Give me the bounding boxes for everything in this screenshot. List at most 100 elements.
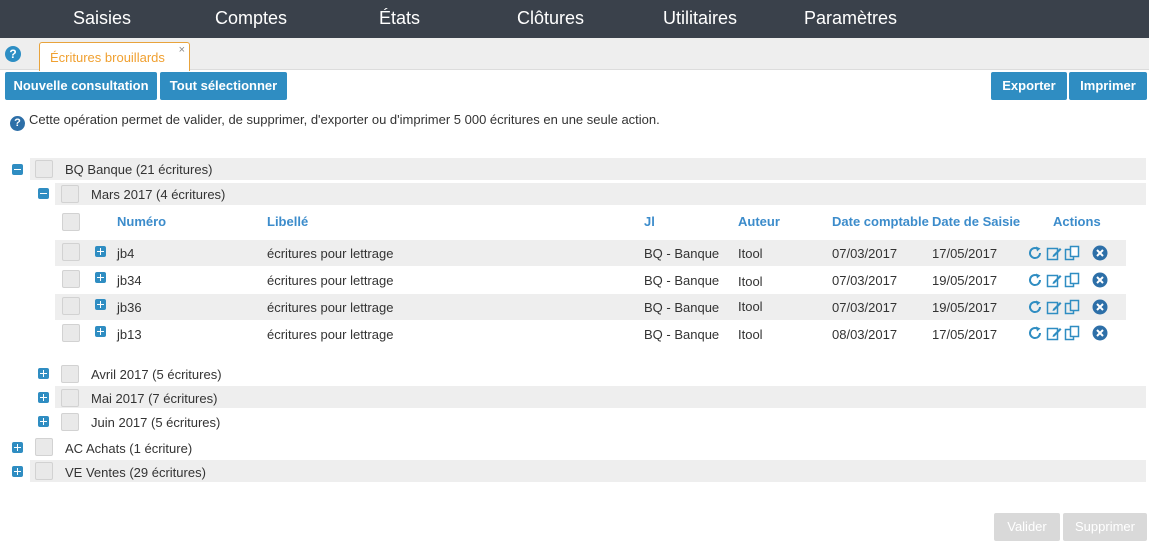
group-checkbox-ve[interactable] (35, 462, 53, 480)
copy-icon[interactable] (1064, 299, 1080, 315)
group-label-mai: Mai 2017 (7 écritures) (91, 391, 218, 406)
nav-item-clotures[interactable]: Clôtures (517, 0, 584, 38)
cell-libelle: écritures pour lettrage (267, 246, 394, 261)
group-checkbox-bq[interactable] (35, 160, 53, 178)
cell-date-comptable: 07/03/2017 (832, 246, 898, 261)
nav-item-etats[interactable]: États (379, 0, 420, 38)
cell-date-comptable: 07/03/2017 (832, 273, 898, 288)
nav-item-parametres[interactable]: Paramètres (804, 0, 897, 38)
refresh-icon[interactable] (1027, 272, 1043, 288)
group-label-mars: Mars 2017 (4 écritures) (91, 187, 226, 202)
tab-bar: ? Écritures brouillards × (0, 38, 1149, 71)
header-checkbox[interactable] (62, 213, 80, 231)
cell-jl: BQ - Banque (644, 327, 720, 342)
cell-numero: jb4 (117, 246, 135, 261)
cell-jl: BQ - Banque (644, 300, 720, 315)
edit-icon[interactable] (1046, 272, 1062, 288)
column-header-date-comptable[interactable]: Date comptable (832, 214, 929, 229)
expand-icon[interactable] (95, 326, 106, 337)
row-checkbox[interactable] (62, 297, 80, 315)
group-label-juin: Juin 2017 (5 écritures) (91, 415, 221, 430)
delete-icon[interactable] (1092, 299, 1108, 315)
tab-label: Écritures brouillards (50, 50, 165, 65)
column-header-auteur[interactable]: Auteur (738, 214, 780, 229)
cell-jl: BQ - Banque (644, 273, 720, 288)
group-row-mai (55, 386, 1146, 408)
copy-icon[interactable] (1064, 325, 1080, 341)
column-header-actions: Actions (1053, 214, 1101, 229)
column-header-date-saisie[interactable]: Date de Saisie (932, 214, 1020, 229)
info-help-icon: ? (10, 116, 25, 131)
expand-icon[interactable] (38, 368, 49, 379)
table-row[interactable]: jb13 écritures pour lettrage BQ - Banque… (55, 321, 1126, 347)
group-checkbox-ac[interactable] (35, 438, 53, 456)
help-icon[interactable]: ? (5, 46, 21, 62)
expand-icon[interactable] (95, 272, 106, 283)
info-text: Cette opération permet de valider, de su… (29, 112, 660, 127)
cell-numero: jb36 (117, 300, 142, 315)
edit-icon[interactable] (1046, 325, 1062, 341)
group-checkbox-mai[interactable] (61, 389, 79, 407)
column-header-numero[interactable]: Numéro (117, 214, 166, 229)
print-button[interactable]: Imprimer (1069, 72, 1147, 100)
row-checkbox[interactable] (62, 243, 80, 261)
delete-icon[interactable] (1092, 272, 1108, 288)
delete-icon[interactable] (1092, 245, 1108, 261)
expand-icon[interactable] (12, 442, 23, 453)
cell-date-saisie: 19/05/2017 (932, 300, 998, 315)
group-checkbox-mars[interactable] (61, 185, 79, 203)
row-checkbox[interactable] (62, 324, 80, 342)
cell-auteur: Itool (738, 246, 763, 261)
group-label-avril: Avril 2017 (5 écritures) (91, 367, 222, 382)
cell-date-saisie: 17/05/2017 (932, 246, 998, 261)
nav-item-utilitaires[interactable]: Utilitaires (663, 0, 737, 38)
group-checkbox-avril[interactable] (61, 365, 79, 383)
cell-auteur: Itool (738, 299, 763, 314)
tab-close-icon[interactable]: × (179, 44, 185, 56)
top-nav: Saisies Comptes États Clôtures Utilitair… (0, 0, 1149, 38)
nav-item-comptes[interactable]: Comptes (215, 0, 287, 38)
expand-icon[interactable] (95, 246, 106, 257)
row-checkbox[interactable] (62, 270, 80, 288)
refresh-icon[interactable] (1027, 325, 1043, 341)
expand-icon[interactable] (12, 466, 23, 477)
refresh-icon[interactable] (1027, 245, 1043, 261)
column-header-jl[interactable]: Jl (644, 214, 655, 229)
copy-icon[interactable] (1064, 245, 1080, 261)
cell-numero: jb13 (117, 327, 142, 342)
table-row[interactable]: jb34 écritures pour lettrage BQ - Banque… (55, 267, 1126, 293)
group-checkbox-juin[interactable] (61, 413, 79, 431)
cell-date-comptable: 07/03/2017 (832, 300, 898, 315)
cell-libelle: écritures pour lettrage (267, 327, 394, 342)
cell-date-comptable: 08/03/2017 (832, 327, 898, 342)
expand-icon[interactable] (38, 392, 49, 403)
column-header-libelle[interactable]: Libellé (267, 214, 308, 229)
select-all-button[interactable]: Tout sélectionner (160, 72, 287, 100)
cell-date-saisie: 17/05/2017 (932, 327, 998, 342)
copy-icon[interactable] (1064, 272, 1080, 288)
group-label-ac: AC Achats (1 écriture) (65, 441, 193, 456)
cell-auteur: Itool (738, 327, 763, 342)
edit-icon[interactable] (1046, 299, 1062, 315)
cell-libelle: écritures pour lettrage (267, 300, 394, 315)
refresh-icon[interactable] (1027, 299, 1043, 315)
delete-icon[interactable] (1092, 325, 1108, 341)
expand-icon[interactable] (95, 299, 106, 310)
validate-button[interactable]: Valider (994, 513, 1060, 541)
nav-item-saisies[interactable]: Saisies (73, 0, 131, 38)
expand-icon[interactable] (38, 416, 49, 427)
cell-auteur: Itool (738, 274, 763, 289)
table-row[interactable]: jb36 écritures pour lettrage BQ - Banque… (55, 294, 1126, 320)
cell-date-saisie: 19/05/2017 (932, 273, 998, 288)
collapse-icon[interactable] (38, 188, 49, 199)
edit-icon[interactable] (1046, 245, 1062, 261)
cell-libelle: écritures pour lettrage (267, 273, 394, 288)
delete-button[interactable]: Supprimer (1063, 513, 1147, 541)
group-label-ve: VE Ventes (29 écritures) (65, 465, 206, 480)
tab-ecritures-brouillards[interactable]: Écritures brouillards × (39, 42, 190, 71)
collapse-icon[interactable] (12, 164, 23, 175)
export-button[interactable]: Exporter (991, 72, 1067, 100)
info-message: ? Cette opération permet de valider, de s… (10, 112, 660, 131)
new-consultation-button[interactable]: Nouvelle consultation (5, 72, 157, 100)
table-row[interactable]: jb4 écritures pour lettrage BQ - Banque … (55, 240, 1126, 266)
